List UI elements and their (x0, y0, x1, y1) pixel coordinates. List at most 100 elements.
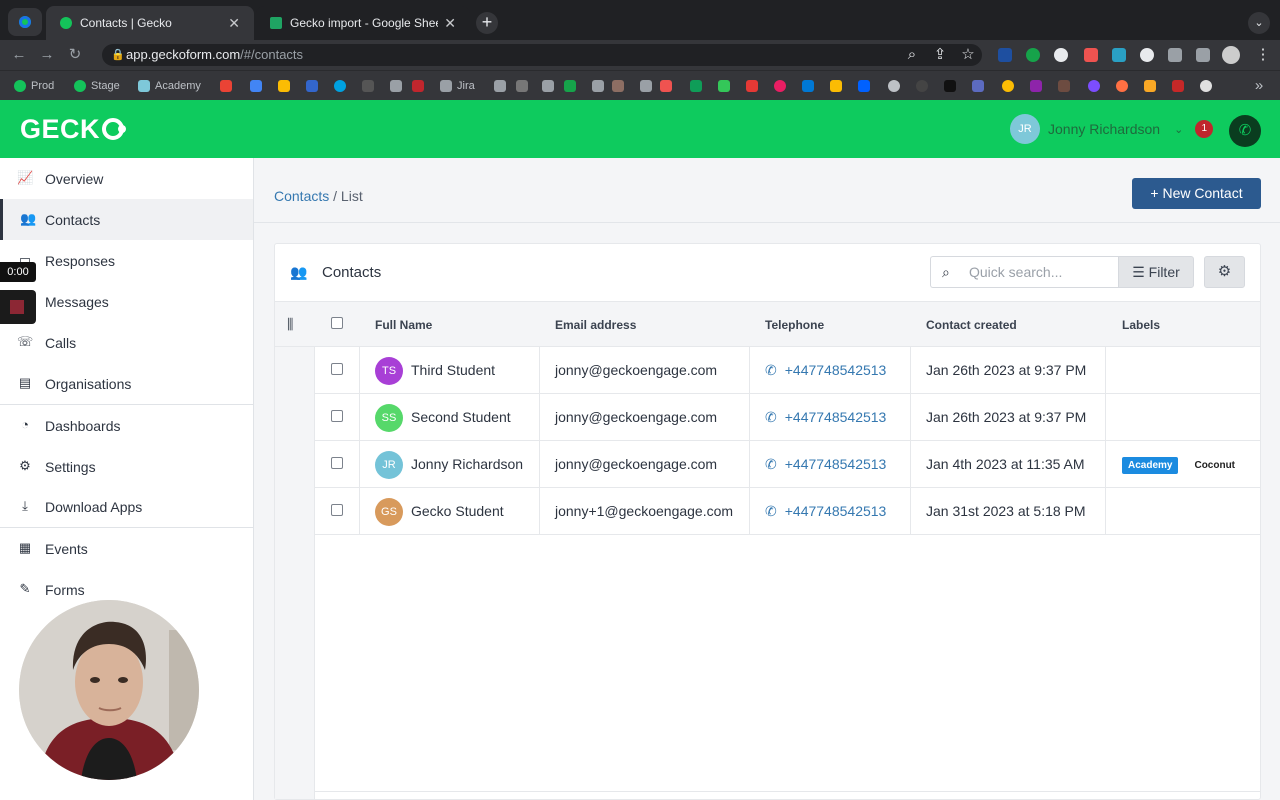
table-settings-button[interactable]: ⚙ (1204, 256, 1245, 288)
drive-icon[interactable] (278, 80, 290, 92)
bookmark-icon[interactable] (412, 80, 424, 92)
password-manager-icon[interactable] (1140, 48, 1154, 62)
row-checkbox[interactable] (331, 504, 343, 516)
table-row[interactable]: GS Gecko Student jonny+1@geckoengage.com ✆ +… (315, 488, 1260, 535)
reload-icon[interactable]: ↻ (66, 46, 84, 64)
col-full-name[interactable]: Full Name (375, 318, 432, 332)
extension-icon[interactable] (1084, 48, 1098, 62)
row-checkbox[interactable] (331, 457, 343, 469)
bookmark-icon[interactable] (564, 80, 576, 92)
bookmark-icon[interactable] (944, 80, 956, 92)
zoom-icon[interactable]: ⌕ (903, 46, 921, 64)
cell-telephone[interactable]: ✆ +447748542513 (765, 441, 886, 487)
drive-icon[interactable] (830, 80, 842, 92)
gecko-logo[interactable]: GECK (20, 114, 127, 145)
extension-icon[interactable] (998, 48, 1012, 62)
cell-full-name[interactable]: TS Third Student (375, 347, 495, 393)
messenger-icon[interactable] (1088, 80, 1100, 92)
analytics-icon[interactable] (1144, 80, 1156, 92)
gmail-icon[interactable] (220, 80, 232, 92)
bookmark-prod[interactable]: Prod (14, 77, 54, 95)
table-row[interactable]: SS Second Student jonny@geckoengage.com ✆ +4… (315, 394, 1260, 441)
puzzle-icon[interactable] (1168, 48, 1182, 62)
sidebar-toggle-icon[interactable] (1196, 48, 1210, 62)
sidebar-item-calls[interactable]: ☏ Calls (0, 322, 253, 363)
cell-full-name[interactable]: GS Gecko Student (375, 488, 504, 534)
breadcrumb-contacts-link[interactable]: Contacts (274, 188, 329, 204)
bookmark-icon[interactable] (774, 80, 786, 92)
browser-tab-sheets[interactable]: Gecko import - Google Sheets ✕ (256, 6, 470, 40)
bookmark-icon[interactable] (1200, 80, 1212, 92)
more-bookmarks-icon[interactable]: » (1250, 77, 1268, 95)
outlook-icon[interactable] (802, 80, 814, 92)
notification-badge[interactable]: 1 (1195, 120, 1214, 138)
more-menu-icon[interactable]: ⋮ (1254, 46, 1272, 64)
close-tab-icon[interactable]: ✕ (228, 15, 240, 32)
folder-icon[interactable] (494, 80, 506, 92)
columns-toggle-icon[interactable]: ⫼ (287, 316, 293, 333)
bookmark-icon[interactable] (972, 80, 984, 92)
select-all-checkbox[interactable] (331, 317, 343, 329)
openai-icon[interactable] (916, 80, 928, 92)
folder-icon[interactable] (390, 80, 402, 92)
bookmark-icon[interactable] (718, 80, 730, 92)
cell-telephone[interactable]: ✆ +447748542513 (765, 347, 886, 393)
sheets-icon[interactable] (690, 80, 702, 92)
sidebar-item-download-apps[interactable]: ⤓ Download Apps (0, 486, 253, 527)
col-labels[interactable]: Labels (1122, 318, 1160, 332)
tab-list-chevron-icon[interactable]: ⌄ (1248, 12, 1270, 34)
new-tab-button[interactable]: + (476, 12, 498, 34)
sidebar-item-events[interactable]: ▦ Events (0, 528, 253, 569)
folder-icon[interactable] (592, 80, 604, 92)
quick-search-input[interactable]: ⌕ Quick search... (930, 256, 1118, 288)
extension-icon[interactable] (1054, 48, 1068, 62)
sidebar-item-organisations[interactable]: ▤ Organisations (0, 363, 253, 404)
bookmark-icon[interactable] (362, 80, 374, 92)
table-row[interactable]: JR Jonny Richardson jonny@geckoengage.com ✆… (315, 441, 1260, 488)
folder-icon[interactable] (542, 80, 554, 92)
sidebar-item-contacts[interactable]: 👥 Contacts (0, 199, 253, 240)
bookmark-icon[interactable] (1030, 80, 1042, 92)
close-tab-icon[interactable]: ✕ (444, 15, 456, 32)
cell-telephone[interactable]: ✆ +447748542513 (765, 394, 886, 440)
sidebar-item-messages[interactable]: ✉Messages (0, 281, 253, 322)
bookmark-academy[interactable]: Academy (138, 77, 201, 95)
bookmark-jira[interactable]: Jira (440, 77, 475, 95)
label-badge[interactable]: Academy (1122, 456, 1179, 474)
browser-tab-contacts[interactable]: Contacts | Gecko ✕ (46, 6, 254, 40)
bookmark-stage[interactable]: Stage (74, 77, 120, 95)
chrome-icon[interactable] (1002, 80, 1014, 92)
forward-arrow-icon[interactable]: → (38, 46, 56, 64)
tab-search-button[interactable] (8, 8, 42, 36)
sidebar-item-dashboards[interactable]: ◔ Dashboards (0, 405, 253, 446)
dropbox-icon[interactable] (858, 80, 870, 92)
bookmark-icon[interactable] (660, 80, 672, 92)
extension-icon[interactable] (1112, 48, 1126, 62)
recording-stop-button[interactable] (0, 290, 36, 324)
table-row[interactable]: TS Third Student jonny@geckoengage.com ✆ +44… (315, 347, 1260, 394)
bookmark-star-icon[interactable]: ☆ (959, 46, 977, 64)
bookmark-icon[interactable] (306, 80, 318, 92)
cell-full-name[interactable]: SS Second Student (375, 394, 511, 440)
bookmark-icon[interactable] (516, 80, 528, 92)
sidebar-item-responses[interactable]: ▭ Responses (0, 240, 253, 281)
profile-avatar[interactable] (1222, 46, 1240, 64)
bookmark-icon[interactable] (1058, 80, 1070, 92)
share-icon[interactable]: ⇪ (931, 46, 949, 64)
salesforce-icon[interactable] (334, 80, 346, 92)
bookmark-icon[interactable] (612, 80, 624, 92)
calendar-icon[interactable] (250, 80, 262, 92)
label-badge[interactable]: Coconut (1188, 456, 1242, 474)
sidebar-item-overview[interactable]: 📈 Overview (0, 158, 253, 199)
globe-icon[interactable] (888, 80, 900, 92)
folder-icon[interactable] (640, 80, 652, 92)
new-contact-button[interactable]: + New Contact (1132, 178, 1261, 209)
phone-call-button[interactable]: ✆ (1229, 115, 1261, 147)
bookmark-icon[interactable] (1116, 80, 1128, 92)
user-menu[interactable]: JR Jonny Richardson ⌄ 1 (1010, 114, 1214, 144)
cell-full-name[interactable]: JR Jonny Richardson (375, 441, 523, 487)
row-checkbox[interactable] (331, 363, 343, 375)
col-telephone[interactable]: Telephone (765, 318, 824, 332)
address-bar[interactable]: 🔒 app.geckoform.com/#/contacts (102, 44, 982, 66)
row-checkbox[interactable] (331, 410, 343, 422)
